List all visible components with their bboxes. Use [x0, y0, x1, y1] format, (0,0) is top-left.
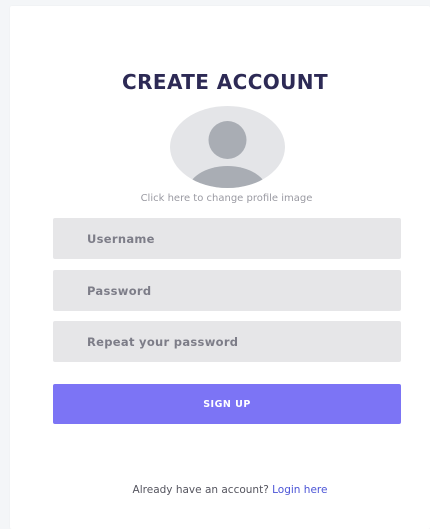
login-prompt: Already have an account? Login here [0, 484, 430, 496]
page-title: CREATE ACCOUNT [122, 70, 328, 94]
profile-image-caption: Click here to change profile image [140, 193, 313, 204]
profile-image-button[interactable] [170, 106, 285, 188]
login-prompt-text: Already have an account? [132, 484, 269, 496]
login-link[interactable]: Login here [272, 484, 327, 496]
sign-up-button[interactable]: SIGN UP [53, 384, 401, 424]
user-silhouette-icon [187, 121, 268, 188]
username-field[interactable] [53, 218, 401, 259]
repeat-password-field[interactable] [53, 321, 401, 362]
password-field[interactable] [53, 270, 401, 311]
